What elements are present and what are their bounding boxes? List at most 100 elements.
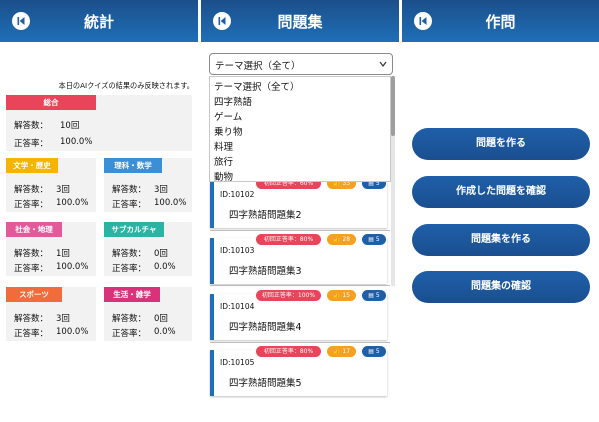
theme-select-value: テーマ選択（全て） [215, 61, 301, 72]
first-correct-rate-badge: 初回正答率：80% [256, 346, 321, 357]
page-title: 統計 [83, 13, 114, 31]
stats-card-total: 総合 解答数： 10回 正答率： 100.0% [6, 95, 192, 151]
create-screen: 作問 問題を作る 作成した問題を確認 問題集を作る 問題集の確認 [402, 0, 599, 422]
answer-label: 解答数： [112, 185, 147, 195]
quiz-set-id: ID:10103 [220, 246, 255, 255]
answer-count: 解答数： 0回 [112, 247, 168, 259]
stats-card-category: スポーツ 解答数： 3回 正答率： 100.0% [6, 287, 96, 341]
rate-label: 正答率： [14, 139, 49, 149]
category-tag: 文学・歴史 [6, 158, 58, 173]
answer-value: 0回 [154, 249, 168, 259]
stats-note: 本日のAIクイズの結果のみ反映されます。 [58, 81, 194, 90]
stats-card-category: サブカルチャ 解答数： 0回 正答率： 0.0% [104, 222, 192, 276]
correct-rate: 正答率： 100.0% [14, 262, 88, 274]
divider [210, 342, 390, 343]
answer-count: 解答数： 3回 [14, 312, 70, 324]
theme-option[interactable]: ゲーム [214, 109, 242, 123]
quiz-set-card[interactable]: 初回正答率：60% 👍 33 ▤ 5 ID:10102 四字熟語問題集2 [210, 178, 387, 228]
theme-option[interactable]: 動物 [214, 169, 233, 183]
check-created-questions-button[interactable]: 作成した問題を確認 [412, 176, 590, 208]
question-count: 5 [375, 348, 380, 355]
rate-value: 0.0% [154, 262, 176, 272]
rate-label: 正答率： [112, 329, 147, 339]
answer-value: 3回 [56, 314, 70, 324]
create-question-button[interactable]: 問題を作る [412, 128, 590, 160]
stats-screen: 統計 本日のAIクイズの結果のみ反映されます。 総合 解答数： 10回 正答率： 1… [0, 0, 198, 422]
theme-select[interactable]: テーマ選択（全て） [209, 53, 393, 75]
likes-badge: 👍 15 [327, 290, 356, 301]
rate-value: 100.0% [56, 198, 89, 208]
page-title: 作問 [485, 13, 516, 31]
thumbs-up-icon: 👍 [332, 348, 341, 355]
stats-card-category: 文学・歴史 解答数： 3回 正答率： 100.0% [6, 158, 96, 212]
quiz-set-title: 四字熟語問題集4 [229, 322, 302, 333]
answer-label: 解答数： [14, 121, 49, 131]
document-icon: ▤ [368, 348, 374, 355]
likes-badge: 👍 17 [327, 346, 356, 357]
answer-value: 0回 [154, 314, 168, 324]
quiz-set-id: ID:10102 [220, 190, 255, 199]
quiz-set-card[interactable]: 初回正答率：100% 👍 15 ▤ 5 ID:10104 四字熟語問題集4 [210, 290, 387, 340]
answer-count: 解答数： 3回 [112, 183, 168, 195]
rate-label: 正答率： [112, 200, 147, 210]
theme-option[interactable]: 四字熟語 [214, 94, 252, 108]
quizset-screen: 問題集 初回正答率：60% 👍 33 ▤ 5 ID:10102 四字熟語問題集2… [201, 0, 399, 422]
question-count: 5 [375, 236, 380, 243]
create-quiz-set-button[interactable]: 問題集を作る [412, 224, 590, 256]
answer-value: 3回 [56, 185, 70, 195]
chevron-down-icon [379, 61, 387, 67]
answer-label: 解答数： [14, 185, 49, 195]
rate-value: 100.0% [154, 198, 187, 208]
correct-rate: 正答率： 100.0% [14, 327, 88, 339]
theme-option[interactable]: 乗り物 [214, 124, 243, 138]
quiz-set-title: 四字熟語問題集3 [229, 266, 302, 277]
thumbs-up-icon: 👍 [332, 292, 341, 299]
correct-rate: 正答率： 100.0% [112, 198, 186, 210]
answer-label: 解答数： [112, 249, 147, 259]
document-icon: ▤ [368, 292, 374, 299]
answer-label: 解答数： [14, 314, 49, 324]
correct-rate: 正答率： 100.0% [14, 137, 92, 149]
category-tag: 社会・地理 [6, 222, 62, 237]
divider [210, 230, 390, 231]
answer-count: 解答数： 1回 [14, 247, 70, 259]
correct-rate: 正答率： 0.0% [112, 262, 176, 274]
category-tag: サブカルチャ [104, 222, 164, 237]
scrollbar-thumb[interactable] [391, 76, 395, 136]
rate-value: 100.0% [60, 137, 93, 147]
first-correct-rate-badge: 初回正答率：100% [256, 290, 321, 301]
quiz-set-card[interactable]: 初回正答率：80% 👍 28 ▤ 5 ID:10103 四字熟語問題集3 [210, 234, 387, 284]
quiz-set-id: ID:10105 [220, 358, 255, 367]
answer-count: 解答数： 3回 [14, 183, 70, 195]
rate-value: 0.0% [154, 327, 176, 337]
theme-option[interactable]: 料理 [214, 139, 233, 153]
page-title: 問題集 [277, 13, 323, 31]
answer-count: 解答数： 10回 [14, 119, 79, 131]
category-tag: 理科・数学 [104, 158, 162, 173]
likes-count: 28 [342, 236, 351, 243]
answer-value: 1回 [56, 249, 70, 259]
thumbs-up-icon: 👍 [332, 236, 341, 243]
create-header: 作問 [402, 0, 599, 42]
theme-option[interactable]: テーマ選択（全て） [214, 79, 300, 93]
stats-card-category: 理科・数学 解答数： 3回 正答率： 100.0% [104, 158, 192, 212]
document-icon: ▤ [368, 236, 374, 243]
answer-value: 10回 [60, 121, 80, 131]
category-tag: スポーツ [6, 287, 62, 302]
question-count-badge: ▤ 5 [362, 290, 386, 301]
question-count-badge: ▤ 5 [362, 346, 386, 357]
answer-label: 解答数： [112, 314, 147, 324]
divider [210, 285, 390, 286]
question-count-badge: ▤ 5 [362, 234, 386, 245]
list-scrollbar[interactable] [391, 76, 395, 286]
rate-label: 正答率： [112, 264, 147, 274]
category-tag: 生活・雑学 [104, 287, 160, 302]
answer-value: 3回 [154, 185, 168, 195]
likes-count: 17 [342, 348, 351, 355]
theme-option[interactable]: 旅行 [214, 154, 233, 168]
correct-rate: 正答率： 100.0% [14, 198, 88, 210]
check-quiz-sets-button[interactable]: 問題集の確認 [412, 271, 590, 303]
quiz-set-card[interactable]: 初回正答率：80% 👍 17 ▤ 5 ID:10105 四字熟語問題集5 [210, 346, 387, 396]
rate-value: 100.0% [56, 327, 89, 337]
likes-badge: 👍 28 [327, 234, 356, 245]
